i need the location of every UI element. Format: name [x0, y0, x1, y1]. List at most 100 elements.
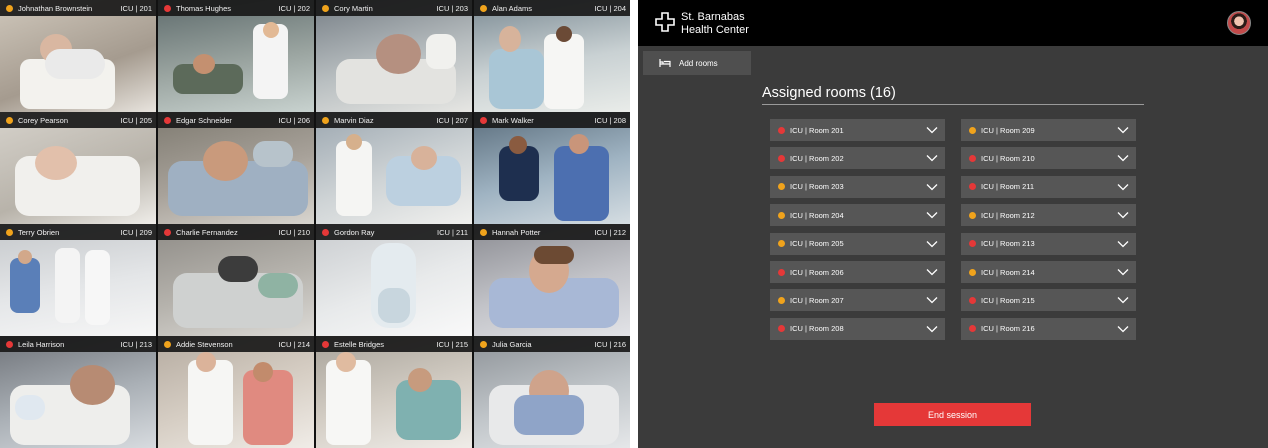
room-dropdown[interactable]: ICU | Room 210	[961, 147, 1136, 170]
image-shape	[218, 256, 258, 282]
room-label: ICU | 201	[120, 3, 152, 13]
image-shape	[514, 395, 584, 435]
add-rooms-button[interactable]: Add rooms	[643, 51, 751, 75]
camera-tile[interactable]: Marvin Diaz ICU | 207	[316, 112, 472, 224]
room-dropdown-label: ICU | Room 205	[790, 239, 844, 249]
room-dropdown[interactable]: ICU | Room 207	[770, 289, 945, 312]
camera-tile[interactable]: Corey Pearson ICU | 205	[0, 112, 156, 224]
status-dot	[6, 116, 13, 124]
room-dropdown[interactable]: ICU | Room 209	[961, 119, 1136, 141]
room-dropdown[interactable]: ICU | Room 208	[770, 317, 945, 340]
tile-caption-bar: Gordon Ray ICU | 211	[316, 224, 472, 240]
status-dot	[778, 240, 785, 248]
image-shape	[426, 34, 456, 69]
patient-name: Gordon Ray	[334, 227, 375, 237]
tile-caption-bar: Cory Martin ICU | 203	[316, 0, 472, 16]
room-dropdown[interactable]: ICU | Room 215	[961, 289, 1136, 312]
room-dropdown-label: ICU | Room 212	[981, 210, 1035, 220]
patient-name: Terry Obrien	[18, 227, 60, 237]
status-dot	[969, 126, 976, 134]
tile-caption-bar: Corey Pearson ICU | 205	[0, 112, 156, 128]
image-shape	[499, 26, 521, 52]
camera-tile[interactable]: Julia Garcia ICU | 216	[474, 336, 630, 448]
camera-tile[interactable]: Leila Harrison ICU | 213	[0, 336, 156, 448]
brand-line-1: St. Barnabas	[681, 11, 745, 23]
status-dot	[969, 154, 976, 162]
status-dot	[778, 154, 785, 162]
camera-tile[interactable]: Cory Martin ICU | 203	[316, 0, 472, 112]
chevron-down-icon	[1117, 240, 1129, 248]
room-label: ICU | 211	[437, 227, 468, 237]
tile-caption-bar: Estelle Bridges ICU | 215	[316, 336, 472, 352]
patient-camera-image	[0, 0, 156, 112]
patient-name: Johnathan Brownstein	[18, 3, 93, 13]
room-dropdown-label: ICU | Room 215	[981, 295, 1035, 305]
room-dropdown[interactable]: ICU | Room 206	[770, 261, 945, 283]
camera-tile[interactable]: Addie Stevenson ICU | 214	[158, 336, 314, 448]
room-label: ICU | 210	[278, 227, 310, 237]
camera-tile[interactable]: Thomas Hughes ICU | 202	[158, 0, 314, 112]
room-dropdown-label: ICU | Room 213	[981, 239, 1035, 249]
room-dropdown[interactable]: ICU | Room 202	[770, 147, 945, 170]
room-dropdown-label: ICU | Room 204	[790, 210, 844, 220]
room-label: ICU | 205	[120, 115, 152, 125]
patient-name: Charlie Fernandez	[176, 227, 238, 237]
camera-tile[interactable]: Mark Walker ICU | 208	[474, 112, 630, 224]
camera-tile[interactable]: Terry Obrien ICU | 209	[0, 224, 156, 336]
room-dropdown-label: ICU | Room 202	[790, 153, 844, 163]
image-shape	[326, 360, 371, 445]
chevron-down-icon	[926, 127, 938, 134]
brand-line-2: Health Center	[681, 24, 749, 36]
camera-tile[interactable]: Estelle Bridges ICU | 215	[316, 336, 472, 448]
image-shape	[188, 360, 233, 445]
room-dropdown-label: ICU | Room 201	[790, 125, 844, 135]
camera-tile[interactable]: Charlie Fernandez ICU | 210	[158, 224, 314, 336]
room-dropdown[interactable]: ICU | Room 203	[770, 175, 945, 198]
tile-caption-bar: Thomas Hughes ICU | 202	[158, 0, 314, 16]
patient-name: Addie Stevenson	[176, 339, 233, 349]
camera-tile[interactable]: Gordon Ray ICU | 211	[316, 224, 472, 336]
end-session-button[interactable]: End session	[874, 403, 1031, 426]
image-shape	[258, 273, 298, 298]
room-dropdown[interactable]: ICU | Room 205	[770, 232, 945, 255]
image-shape	[35, 146, 77, 180]
patient-camera-image	[316, 224, 472, 336]
room-dropdown[interactable]: ICU | Room 214	[961, 261, 1136, 283]
user-avatar[interactable]	[1227, 11, 1251, 35]
patient-camera-image	[0, 336, 156, 448]
status-dot	[969, 268, 976, 276]
camera-tile[interactable]: Johnathan Brownstein ICU | 201	[0, 0, 156, 112]
room-label: ICU | 204	[594, 3, 626, 13]
room-dropdown[interactable]: ICU | Room 204	[770, 204, 945, 227]
room-dropdown[interactable]: ICU | Room 216	[961, 317, 1136, 340]
room-dropdown-label: ICU | Room 210	[981, 153, 1035, 163]
chevron-down-icon	[1117, 155, 1129, 162]
status-dot	[322, 228, 329, 236]
chevron-down-icon	[926, 325, 938, 333]
chevron-down-icon	[926, 212, 938, 219]
camera-tile[interactable]: Edgar Schneider ICU | 206	[158, 112, 314, 224]
room-dropdown-label: ICU | Room 216	[981, 324, 1035, 334]
image-shape	[196, 352, 216, 372]
status-dot	[778, 296, 785, 304]
brand-name: St. Barnabas Health Center	[681, 11, 749, 37]
room-dropdown[interactable]: ICU | Room 211	[961, 175, 1136, 198]
patient-camera-image	[474, 336, 630, 448]
tile-caption-bar: Edgar Schneider ICU | 206	[158, 112, 314, 128]
status-dot	[969, 296, 976, 304]
room-dropdown[interactable]: ICU | Room 201	[770, 119, 945, 141]
image-shape	[243, 370, 293, 445]
camera-tile[interactable]: Alan Adams ICU | 204	[474, 0, 630, 112]
room-dropdown[interactable]: ICU | Room 212	[961, 204, 1136, 227]
room-dropdown-label: ICU | Room 209	[981, 125, 1035, 135]
image-shape	[544, 34, 584, 109]
image-shape	[263, 22, 279, 38]
room-label: ICU | 213	[120, 339, 152, 349]
camera-tile[interactable]: Hannah Potter ICU | 212	[474, 224, 630, 336]
status-dot	[480, 116, 487, 124]
patient-camera-image	[0, 112, 156, 224]
image-shape	[203, 141, 248, 181]
room-label: ICU | 216	[594, 339, 626, 349]
status-dot	[480, 340, 487, 348]
room-dropdown[interactable]: ICU | Room 213	[961, 232, 1136, 255]
